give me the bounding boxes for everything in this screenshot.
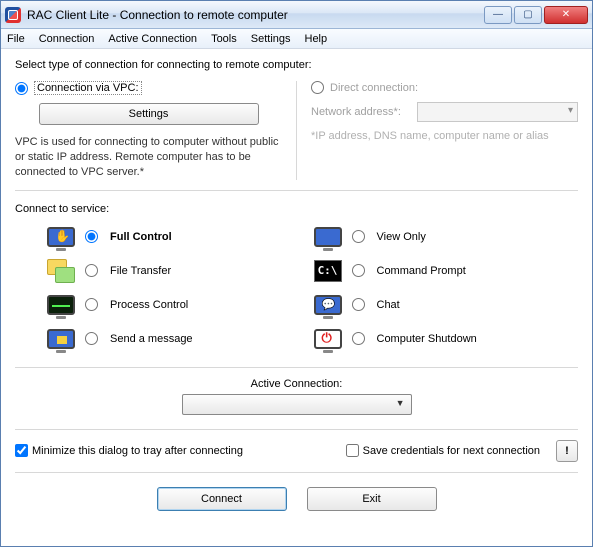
service-full-control: Full Control: [45, 223, 282, 251]
radio-chat[interactable]: [352, 298, 365, 311]
send-message-icon: [45, 325, 77, 353]
radio-direct[interactable]: [311, 81, 324, 94]
command-prompt-icon: C:\: [312, 257, 344, 285]
active-connection-select[interactable]: [182, 394, 412, 415]
menu-active-connection[interactable]: Active Connection: [108, 33, 197, 45]
radio-direct-label: Direct connection:: [330, 82, 418, 94]
active-connection-label: Active Connection:: [15, 378, 578, 390]
menubar: File Connection Active Connection Tools …: [1, 29, 592, 49]
label-send-message: Send a message: [110, 333, 193, 345]
file-transfer-icon: [45, 257, 77, 285]
titlebar: RAC Client Lite - Connection to remote c…: [1, 1, 592, 29]
connection-type-panel: Connection via VPC: Settings VPC is used…: [15, 81, 578, 191]
label-shutdown: Computer Shutdown: [377, 333, 477, 345]
service-file-transfer: File Transfer: [45, 257, 282, 285]
radio-full-control[interactable]: [85, 230, 98, 243]
minimize-button[interactable]: —: [484, 6, 512, 24]
vpc-column: Connection via VPC: Settings VPC is used…: [15, 81, 296, 180]
radio-view-only[interactable]: [352, 230, 365, 243]
intro-text: Select type of connection for connecting…: [15, 59, 578, 71]
service-chat: Chat: [312, 291, 549, 319]
checkbox-save-creds-row: Save credentials for next connection: [346, 444, 540, 457]
vpc-settings-button[interactable]: Settings: [39, 103, 259, 125]
checkbox-save-creds-label: Save credentials for next connection: [363, 445, 540, 457]
radio-command-prompt[interactable]: [352, 264, 365, 277]
app-icon: [5, 7, 21, 23]
active-connection-section: Active Connection:: [15, 368, 578, 430]
view-only-icon: [312, 223, 344, 251]
radio-file-transfer[interactable]: [85, 264, 98, 277]
address-hint: *IP address, DNS name, computer name or …: [311, 130, 578, 142]
shutdown-icon: [312, 325, 344, 353]
label-file-transfer: File Transfer: [110, 265, 171, 277]
service-view-only: View Only: [312, 223, 549, 251]
service-process-control: Process Control: [45, 291, 282, 319]
label-view-only: View Only: [377, 231, 426, 243]
service-shutdown: Computer Shutdown: [312, 325, 549, 353]
label-process-control: Process Control: [110, 299, 188, 311]
process-control-icon: [45, 291, 77, 319]
label-chat: Chat: [377, 299, 400, 311]
maximize-button[interactable]: ▢: [514, 6, 542, 24]
radio-shutdown[interactable]: [352, 332, 365, 345]
radio-send-message[interactable]: [85, 332, 98, 345]
exit-button[interactable]: Exit: [307, 487, 437, 511]
connect-button[interactable]: Connect: [157, 487, 287, 511]
service-send-message: Send a message: [45, 325, 282, 353]
connect-to-service-label: Connect to service:: [15, 203, 578, 215]
direct-column: Direct connection: Network address*: *IP…: [296, 81, 578, 180]
vpc-description: VPC is used for connecting to computer w…: [15, 135, 282, 180]
service-command-prompt: C:\ Command Prompt: [312, 257, 549, 285]
chat-icon: [312, 291, 344, 319]
menu-help[interactable]: Help: [305, 33, 328, 45]
close-button[interactable]: ✕: [544, 6, 588, 24]
menu-file[interactable]: File: [7, 33, 25, 45]
content-area: Select type of connection for connecting…: [1, 49, 592, 521]
network-address-combo[interactable]: [417, 102, 578, 122]
menu-connection[interactable]: Connection: [39, 33, 95, 45]
radio-vpc[interactable]: [15, 82, 28, 95]
options-row: Minimize this dialog to tray after conne…: [15, 430, 578, 473]
info-button[interactable]: !: [556, 440, 578, 462]
label-full-control: Full Control: [110, 231, 172, 243]
service-grid: Full Control View Only File Transfer C:\…: [15, 223, 578, 368]
checkbox-save-creds[interactable]: [346, 444, 359, 457]
window-title: RAC Client Lite - Connection to remote c…: [27, 8, 484, 22]
menu-tools[interactable]: Tools: [211, 33, 237, 45]
network-address-label: Network address*:: [311, 106, 411, 118]
label-command-prompt: Command Prompt: [377, 265, 466, 277]
full-control-icon: [45, 223, 77, 251]
checkbox-minimize-label: Minimize this dialog to tray after conne…: [32, 445, 243, 457]
radio-vpc-label: Connection via VPC:: [34, 81, 142, 95]
window-buttons: — ▢ ✕: [484, 6, 588, 24]
radio-process-control[interactable]: [85, 298, 98, 311]
button-row: Connect Exit: [15, 473, 578, 511]
checkbox-minimize[interactable]: [15, 444, 28, 457]
menu-settings[interactable]: Settings: [251, 33, 291, 45]
checkbox-minimize-row: Minimize this dialog to tray after conne…: [15, 444, 346, 457]
